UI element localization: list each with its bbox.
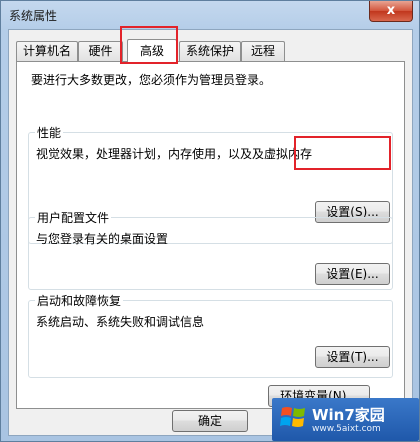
system-properties-window: 系统属性 x 计算机名 硬件 高级 系统保护 远程 要进行大多数更改，您必须作为… — [0, 0, 420, 442]
performance-group-title: 性能 — [35, 124, 64, 141]
close-button[interactable]: x — [369, 1, 413, 22]
startup-recovery-description: 系统启动、系统失败和调试信息 — [36, 315, 205, 329]
title-bar[interactable]: 系统属性 x — [1, 1, 419, 29]
admin-notice: 要进行大多数更改，您必须作为管理员登录。 — [31, 73, 272, 87]
watermark-url: www.5aixt.com — [312, 424, 381, 434]
ok-button[interactable]: 确定 — [172, 410, 248, 432]
tab-system-protection[interactable]: 系统保护 — [179, 41, 241, 61]
watermark-name: Win7家园 — [312, 406, 385, 424]
performance-button-highlight-box — [294, 136, 391, 170]
user-profiles-description: 与您登录有关的桌面设置 — [36, 232, 169, 246]
user-profiles-group: 用户配置文件 与您登录有关的桌面设置 设置(E)... — [28, 209, 393, 290]
advanced-tab-panel: 要进行大多数更改，您必须作为管理员登录。 性能 视觉效果，处理器计划，内存使用，… — [16, 61, 405, 409]
window-title: 系统属性 — [9, 9, 58, 23]
tab-remote[interactable]: 远程 — [241, 41, 285, 61]
advanced-tab-highlight-box — [120, 26, 178, 64]
tab-hardware[interactable]: 硬件 — [78, 41, 123, 61]
tab-computer-name[interactable]: 计算机名 — [16, 41, 78, 61]
dialog-client-area: 计算机名 硬件 高级 系统保护 远程 要进行大多数更改，您必须作为管理员登录。 … — [8, 29, 413, 436]
startup-recovery-group-title: 启动和故障恢复 — [35, 292, 124, 309]
windows-logo-icon — [280, 407, 305, 427]
user-profiles-group-title: 用户配置文件 — [35, 209, 112, 226]
startup-recovery-group: 启动和故障恢复 系统启动、系统失败和调试信息 设置(T)... — [28, 292, 393, 378]
startup-recovery-settings-button[interactable]: 设置(T)... — [315, 346, 390, 368]
performance-description: 视觉效果，处理器计划，内存使用，以及及虚拟内存 — [36, 147, 313, 161]
site-watermark: Win7家园 www.5aixt.com — [272, 398, 419, 441]
user-profiles-settings-button[interactable]: 设置(E)... — [315, 263, 390, 285]
